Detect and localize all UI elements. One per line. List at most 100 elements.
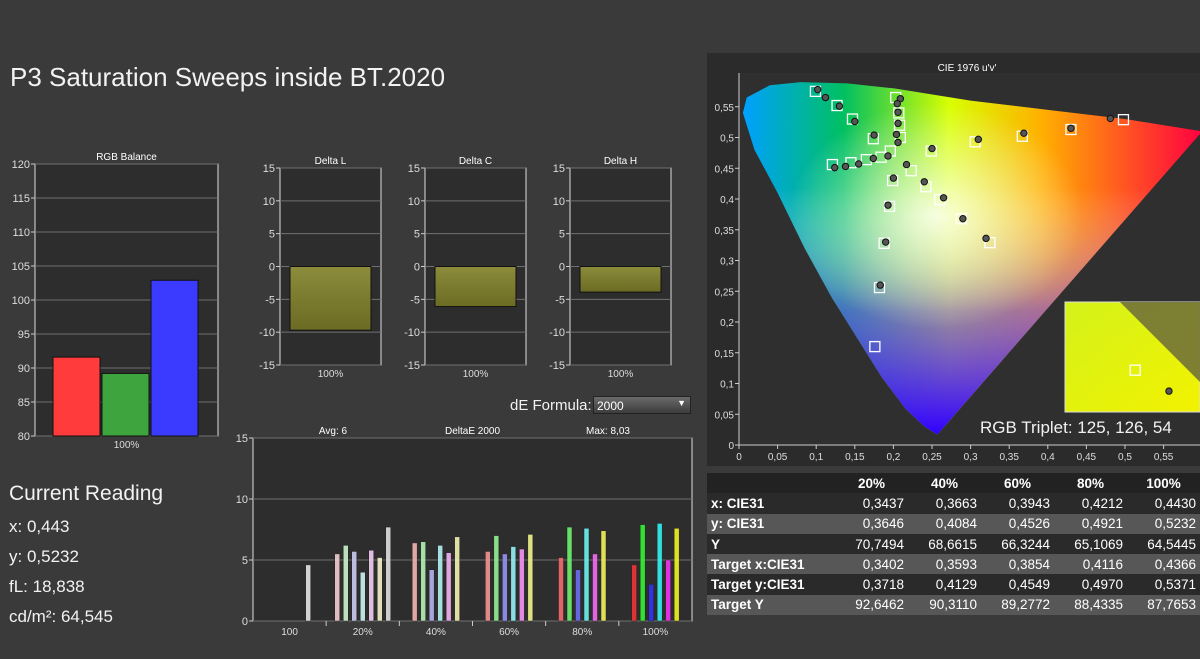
table-cell: 68,6615	[908, 533, 981, 555]
chart-title: Delta C	[459, 156, 492, 167]
chevron-down-icon: ▼	[677, 398, 686, 408]
y-tick-label: 10	[408, 196, 420, 208]
y-tick-label: 0	[414, 262, 420, 274]
y-tick-label: -15	[259, 360, 275, 372]
table-cell: 0,3593	[908, 554, 981, 575]
y-tick-label: 10	[553, 196, 565, 208]
measured-point	[884, 201, 892, 209]
table-cell: 0,4526	[981, 513, 1054, 534]
y-tick-label: 0,55	[715, 103, 735, 114]
y-tick-label: 0	[728, 441, 734, 452]
y-tick-label: 0,2	[720, 318, 734, 329]
y-tick-label: 90	[18, 363, 30, 375]
row-label: Target x:CIE31	[707, 554, 835, 575]
x-tick-label: 0,05	[768, 452, 788, 463]
de-formula-select[interactable]: 2000 ▼	[593, 396, 691, 414]
table-cell: 0,4116	[1054, 554, 1127, 575]
table-row: x: CIE31 0,3437 0,3663 0,3943 0,4212 0,4430	[707, 493, 1200, 514]
y-tick-label: 0,5	[720, 134, 734, 145]
measured-point	[876, 281, 884, 289]
deltae-bar	[639, 524, 646, 622]
measured-point	[894, 108, 902, 116]
measured-point	[1020, 129, 1028, 137]
deltae-bar	[673, 528, 680, 622]
measured-point	[835, 102, 844, 110]
y-tick-label: -15	[549, 360, 565, 372]
y-tick-label: -5	[410, 294, 420, 306]
y-tick-label: 0,15	[715, 349, 735, 360]
table-cell: 0,4084	[908, 513, 981, 534]
y-tick-label: 5	[559, 229, 565, 241]
row-label: Y	[707, 533, 835, 555]
measured-point	[881, 238, 890, 246]
table-header-cell: 100%	[1127, 473, 1200, 494]
y-tick-label: 0,3	[720, 257, 734, 268]
table-cell: 65,1069	[1054, 533, 1127, 555]
x-tick-label: 0,35	[999, 452, 1019, 463]
measured-point	[814, 85, 822, 94]
rgb-bar	[101, 372, 150, 437]
table-cell: 0,4366	[1127, 554, 1200, 575]
deltae-bar	[631, 564, 637, 622]
y-tick-label: 0,05	[715, 410, 735, 421]
y-tick-label: -5	[555, 294, 565, 306]
table-cell: 90,3110	[908, 594, 981, 616]
measured-point	[851, 117, 859, 126]
table-cell: 88,4335	[1054, 594, 1127, 616]
table-cell: 0,3663	[908, 493, 981, 514]
x-tick-label: 100%	[643, 627, 669, 637]
table-cell: 0,4212	[1054, 493, 1127, 514]
y-tick-label: 15	[236, 433, 248, 445]
measured-point	[869, 154, 878, 163]
deltae-bar	[502, 553, 508, 622]
deltae-2000-chart: DeltaE 2000 0 5 10 15 Avg: 6 Max: 8,03 100 20% 40…	[236, 426, 693, 637]
delta-c-chart: Delta C -15 -10 -5 0 5 10 15 100%	[404, 156, 527, 380]
deltae-bar	[648, 584, 654, 622]
table-cell: 0,4970	[1054, 574, 1127, 595]
x-tick-label: 80%	[572, 627, 592, 637]
chart-title: CIE 1976 u'v'	[938, 63, 997, 74]
measurement-table: 20% 40% 60% 80% 100% x: CIE31 0,3437 0,3663 0,39…	[707, 473, 1200, 616]
table-cell: 87,7653	[1127, 594, 1200, 616]
y-tick-label: 10	[236, 494, 248, 506]
deltae-bar	[575, 569, 581, 622]
de-formula-label: dE Formula:	[510, 397, 592, 414]
plot-area	[252, 437, 693, 622]
measured-point	[920, 178, 928, 186]
inset-measured-point	[1165, 387, 1173, 395]
de-formula-value: 2000	[597, 399, 624, 413]
y-tick-label: 0,45	[715, 164, 735, 175]
table-cell: 0,3854	[981, 554, 1054, 575]
y-tick-label: 5	[269, 229, 275, 241]
table-cell: 0,3437	[835, 493, 908, 514]
y-tick-label: 5	[414, 229, 420, 241]
x-tick-label: 0	[736, 452, 742, 463]
deltae-bar	[305, 564, 311, 622]
deltae-bar	[656, 523, 663, 622]
deltae-bar	[527, 534, 534, 622]
reading-y: y: 0,5232	[9, 547, 79, 566]
table-header-cell: 60%	[981, 473, 1054, 494]
table-cell: 92,6462	[835, 594, 908, 616]
deltae-bar	[351, 551, 357, 622]
table-cell: 0,4549	[981, 574, 1054, 595]
measured-point	[854, 160, 863, 168]
measured-point	[928, 144, 936, 153]
x-tick-label: 0,2	[886, 452, 900, 463]
y-tick-label: 10	[263, 196, 275, 208]
table-cell: 0,5371	[1127, 574, 1200, 595]
rgb-bar	[52, 356, 101, 437]
table-cell: 0,4430	[1127, 493, 1200, 514]
table-cell: 70,7494	[835, 533, 908, 555]
x-tick-label: 40%	[426, 627, 446, 637]
deltae-bar	[420, 541, 426, 622]
x-tick-label: 100	[281, 627, 298, 637]
deltae-bar	[454, 536, 460, 622]
table-row: Target Y 92,6462 90,3110 89,2772 88,4335 87,7…	[707, 594, 1200, 616]
deltae-bar	[377, 557, 383, 622]
row-label: Target Y	[707, 594, 835, 616]
y-tick-label: -10	[259, 327, 275, 339]
measured-point	[902, 160, 911, 169]
measured-point	[884, 152, 892, 160]
deltae-bar	[558, 557, 564, 622]
